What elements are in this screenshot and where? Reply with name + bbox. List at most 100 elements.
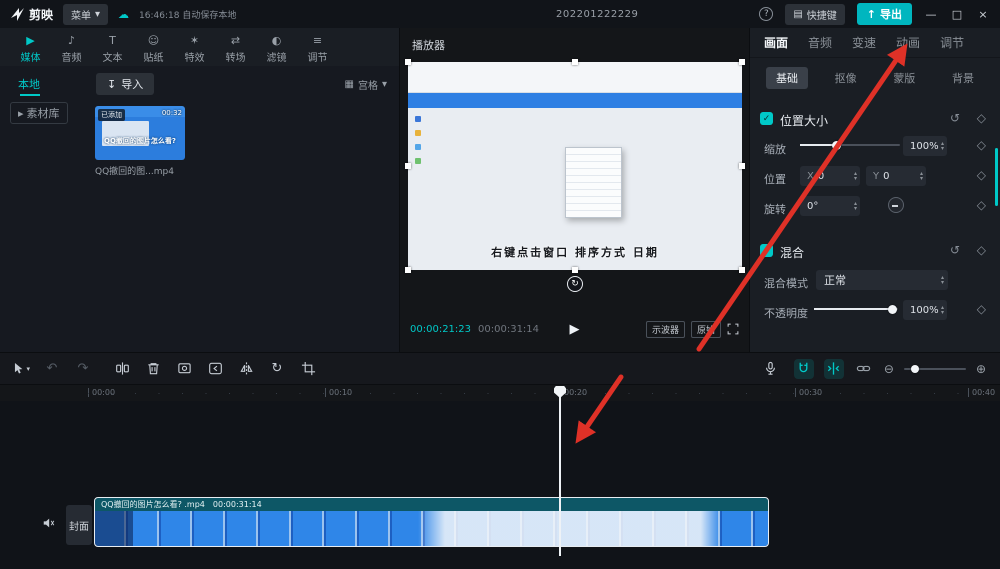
tab-adjust[interactable]: ≡ 调节 [297,31,338,66]
fullscreen-icon[interactable] [727,323,739,335]
panel-scrollbar[interactable] [995,148,998,206]
tab-filters[interactable]: ◐ 滤镜 [256,31,297,66]
linkage-toggle[interactable] [854,359,874,379]
main-track-magnet-toggle[interactable] [793,358,814,379]
position-size-checkbox[interactable]: ✓ [760,112,773,125]
keyframe-icon[interactable]: ◇ [977,199,986,212]
transform-handle[interactable] [572,59,578,65]
mute-original-sound-icon[interactable] [42,515,56,534]
tab-effects[interactable]: ✶ 特效 [174,31,215,66]
step-down-icon[interactable]: ▾ [854,206,857,212]
transform-handle[interactable] [739,267,745,273]
blend-checkbox[interactable]: ✓ [760,244,773,257]
blend-title: 混合 [780,246,805,260]
auto-snap-toggle[interactable] [823,358,844,379]
close-button[interactable]: × [976,8,990,21]
scale-slider[interactable] [800,140,900,150]
scale-value-input[interactable]: 100% ▴ ▾ [903,136,947,156]
menu-button[interactable]: 菜单 ▾ [63,3,109,25]
export-button[interactable]: ↑ 导出 [856,3,912,25]
tab-audio-props[interactable]: 音频 [808,34,832,51]
shortcuts-button[interactable]: ▤ 快捷键 [785,3,845,25]
zoom-slider-handle[interactable] [911,364,920,373]
keyframe-icon[interactable]: ◇ [977,139,986,152]
tab-transitions[interactable]: ⇄ 转场 [215,31,256,66]
app-name: 剪映 [29,7,54,22]
freeze-frame-tool[interactable] [175,361,193,377]
library-nav-local[interactable]: 本地 [18,76,40,96]
cover-button[interactable]: 封面 [66,505,92,545]
tab-audio[interactable]: ♪ 音频 [51,31,92,66]
position-y-input[interactable]: Y0 ▴ ▾ [866,166,926,186]
reset-icon[interactable]: ↺ [950,112,960,125]
media-card[interactable]: 已添加 00:32 QQ撤回的图片怎么看? QQ撤回的图...mp4 [95,106,185,177]
ratio-button[interactable]: 原始 [690,320,721,338]
tab-speed[interactable]: 变速 [852,34,876,51]
delete-tool[interactable] [144,361,162,377]
transform-handle[interactable] [739,163,745,169]
transform-handle[interactable] [572,267,578,273]
view-mode-select[interactable]: ▦ 宫格 ▾ [345,77,387,92]
scale-slider-handle[interactable] [832,140,841,150]
subtab-basic[interactable]: 基础 [766,67,808,89]
keyframe-icon[interactable]: ◇ [977,169,986,182]
transform-handle[interactable] [405,163,411,169]
tab-picture[interactable]: 画面 [764,34,788,51]
tab-text[interactable]: T 文本 [92,31,133,66]
library-nav-material[interactable]: ▸ 素材库 [10,102,68,124]
timeline-ruler[interactable]: 00:00 00:10 00:20 00:30 00:40 [0,385,1000,401]
rotate-handle[interactable]: ↻ [567,276,583,292]
scope-button[interactable]: 示波器 [645,320,685,338]
undo-button[interactable]: ↶ [43,361,61,377]
step-down-icon[interactable]: ▾ [941,310,944,316]
keyframe-icon[interactable]: ◇ [977,303,986,316]
tab-adjust-props[interactable]: 调节 [940,34,964,51]
split-tool[interactable] [113,361,131,377]
tab-sticker[interactable]: ☺ 贴纸 [133,31,174,66]
zoom-out-icon[interactable]: ⊖ [884,362,894,376]
zoom-in-icon[interactable]: ⊕ [976,362,986,376]
minimize-button[interactable]: — [924,8,938,21]
subtab-background[interactable]: 背景 [942,67,984,89]
tab-animation[interactable]: 动画 [896,34,920,51]
rotate-tool[interactable]: ↻ [268,361,286,377]
opacity-slider-track[interactable] [814,304,898,314]
position-x-input[interactable]: X0 ▴ ▾ [800,166,860,186]
subtab-cutout[interactable]: 抠像 [825,67,867,89]
timeline-tracks[interactable]: 封面 QQ撤回的图片怎么看? .mp4 00:00:31:14 [0,401,1000,569]
timeline-zoom-slider[interactable] [903,364,966,374]
keyframe-icon[interactable]: ◇ [977,244,986,257]
transform-handle[interactable] [405,59,411,65]
transform-handle[interactable] [405,267,411,273]
record-audio-button[interactable] [762,361,780,377]
reset-icon[interactable]: ↺ [950,244,960,257]
step-down-icon[interactable]: ▾ [920,176,923,182]
transform-handle[interactable] [739,59,745,65]
opacity-slider[interactable] [814,304,898,314]
video-clip[interactable]: QQ撤回的图片怎么看? .mp4 00:00:31:14 [94,497,769,547]
rotate-value-input[interactable]: 0° ▴ ▾ [800,196,860,216]
crop-tool[interactable] [299,361,317,377]
blend-mode-select[interactable]: 正常 ▴ ▾ [816,270,948,290]
zoom-slider-track[interactable] [903,364,966,373]
x-prefix: X [807,170,814,182]
play-button[interactable]: ▶ [570,322,580,337]
opacity-value-input[interactable]: 100% ▴ ▾ [903,300,947,320]
reverse-tool[interactable] [206,361,224,377]
scale-slider-track[interactable] [800,140,900,150]
select-tool[interactable]: ▾ [12,361,30,377]
opacity-slider-handle[interactable] [888,304,898,314]
import-button[interactable]: ↧ 导入 [96,73,155,95]
rotation-knob[interactable] [888,197,904,213]
step-down-icon[interactable]: ▾ [854,176,857,182]
redo-button[interactable]: ↷ [74,361,92,377]
step-down-icon[interactable]: ▾ [941,146,944,152]
tab-media[interactable]: ▶ 媒体 [10,31,51,66]
help-icon[interactable]: ? [759,7,774,21]
keyframe-icon[interactable]: ◇ [977,112,986,125]
mirror-tool[interactable] [237,361,255,377]
player-preview[interactable]: 右键点击窗口 排序方式 日期 ↻ [405,59,745,292]
subtab-mask[interactable]: 蒙版 [883,67,925,89]
maximize-button[interactable]: □ [950,8,964,21]
playhead-line[interactable] [559,386,561,556]
